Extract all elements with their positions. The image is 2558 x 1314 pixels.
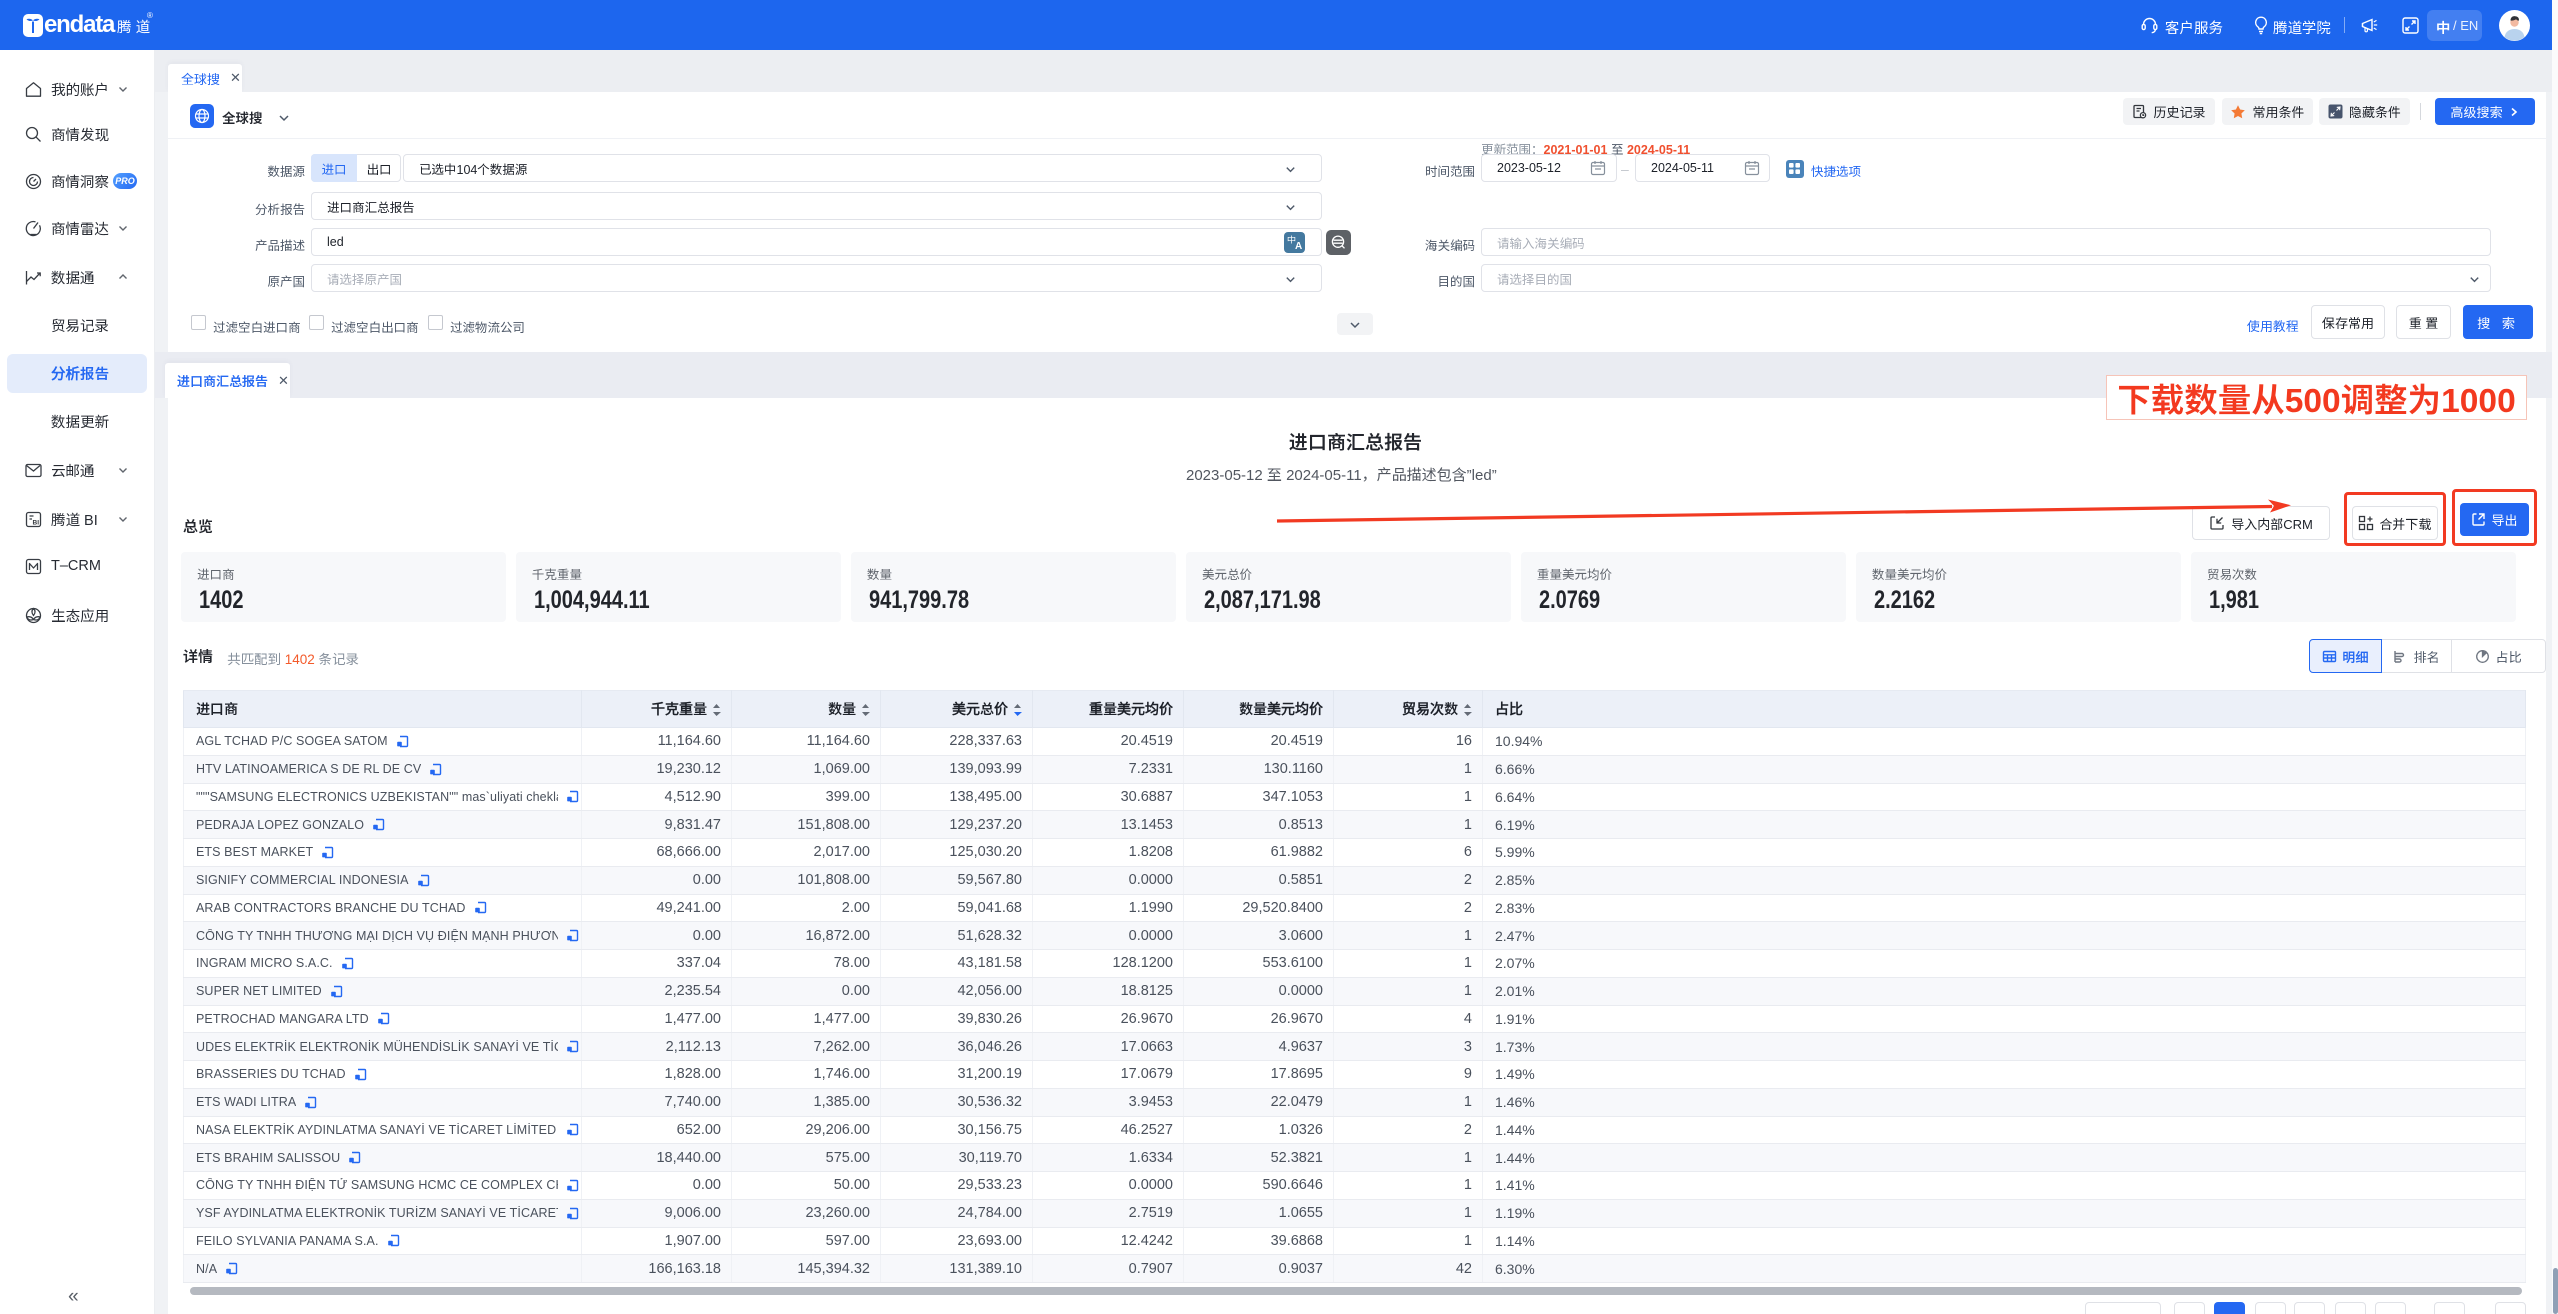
- svg-text:BI: BI: [33, 519, 40, 526]
